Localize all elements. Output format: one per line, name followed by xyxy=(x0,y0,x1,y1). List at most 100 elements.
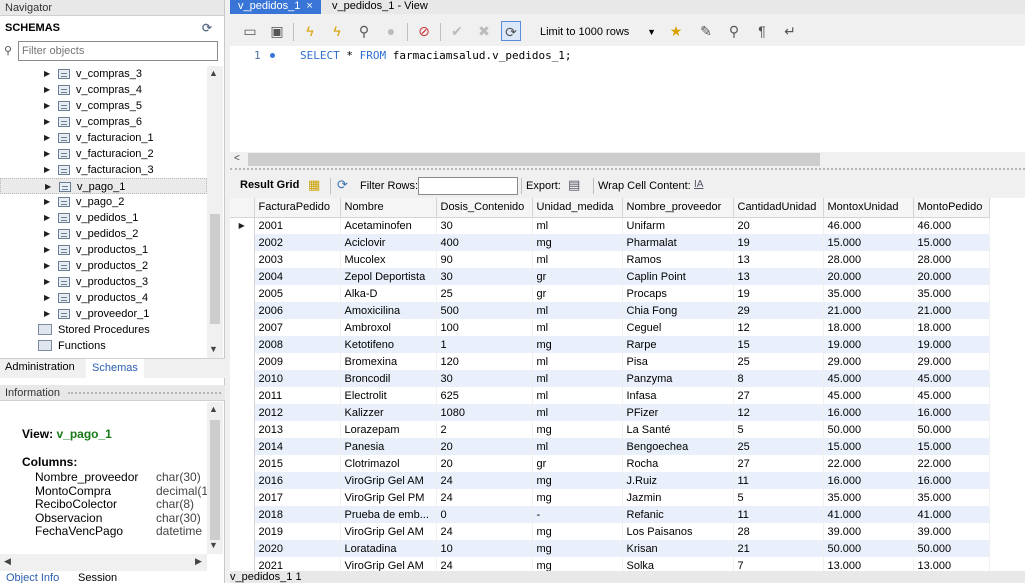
column-header[interactable]: Nombre_proveedor xyxy=(622,198,734,218)
table-cell[interactable]: Los Paisanos xyxy=(622,523,734,540)
table-cell[interactable]: Rocha xyxy=(622,455,734,472)
table-row[interactable]: ▶ 2001 Acetaminofen 30 ml Unifarm 20 46.000 46.0… xyxy=(230,217,990,234)
rollback-icon[interactable]: ✖ xyxy=(474,21,494,41)
expand-arrow-icon[interactable]: ▶ xyxy=(44,146,50,162)
table-cell[interactable]: 35.000 xyxy=(913,489,990,506)
table-cell[interactable]: 27 xyxy=(733,455,824,472)
tree-item[interactable]: ▶ v_productos_1 xyxy=(0,242,207,258)
table-cell[interactable]: Procaps xyxy=(622,285,734,302)
row-header[interactable] xyxy=(230,353,255,370)
table-cell[interactable]: 19.000 xyxy=(913,336,990,353)
table-cell[interactable]: ml xyxy=(532,370,623,387)
table-cell[interactable]: Pharmalat xyxy=(622,234,734,251)
table-cell[interactable]: 28.000 xyxy=(913,251,990,268)
table-cell[interactable]: PFizer xyxy=(622,404,734,421)
table-cell[interactable]: 45.000 xyxy=(823,387,914,404)
table-cell[interactable]: 2006 xyxy=(254,302,341,319)
table-cell[interactable]: 2011 xyxy=(254,387,341,404)
row-header[interactable] xyxy=(230,489,255,506)
table-cell[interactable]: 39.000 xyxy=(913,523,990,540)
table-cell[interactable]: Prueba de emb... xyxy=(340,506,437,523)
table-cell[interactable]: 29 xyxy=(733,302,824,319)
open-folder-icon[interactable]: ▭ xyxy=(240,21,260,41)
table-cell[interactable]: Zepol Deportista xyxy=(340,268,437,285)
column-header[interactable]: MontoxUnidad xyxy=(823,198,914,218)
column-header[interactable]: Nombre xyxy=(340,198,437,218)
tree-item[interactable]: ▶ v_pago_2 xyxy=(0,194,207,210)
table-cell[interactable]: 50.000 xyxy=(913,421,990,438)
expand-arrow-icon[interactable]: ▶ xyxy=(45,179,51,195)
table-cell[interactable]: mg xyxy=(532,234,623,251)
table-row[interactable]: 2019 ViroGrip Gel AM 24 mg Los Paisanos 28 39.… xyxy=(230,523,990,540)
table-cell[interactable]: 15.000 xyxy=(823,438,914,455)
close-icon[interactable]: × xyxy=(306,0,312,12)
table-row[interactable]: 2018 Prueba de emb... 0- Refanic 11 41.000 41.… xyxy=(230,506,990,523)
table-row[interactable]: 2011 Electrolit 625 ml Infasa 27 45.000 45.000 xyxy=(230,387,990,404)
table-cell[interactable]: Panzyma xyxy=(622,370,734,387)
limit-rows-select[interactable]: Limit to 1000 rows ▼ xyxy=(536,24,660,41)
scroll-up-icon[interactable]: ▲ xyxy=(209,68,218,78)
table-cell[interactable]: 2016 xyxy=(254,472,341,489)
row-header[interactable] xyxy=(230,319,255,336)
table-cell[interactable]: Ramos xyxy=(622,251,734,268)
table-row[interactable]: 2010 Broncodil 30 ml Panzyma 8 45.000 45.000 xyxy=(230,370,990,387)
row-header[interactable] xyxy=(230,234,255,251)
table-cell[interactable]: Chia Fong xyxy=(622,302,734,319)
info-scrollbar[interactable]: ▲ ▼ xyxy=(207,402,223,554)
scroll-down-icon[interactable]: ▼ xyxy=(209,540,218,550)
table-row[interactable]: 2007 Ambroxol 100 ml Ceguel 12 18.000 18.000 xyxy=(230,319,990,336)
table-cell[interactable]: 28 xyxy=(733,523,824,540)
table-cell[interactable]: Ambroxol xyxy=(340,319,437,336)
table-cell[interactable]: 50.000 xyxy=(823,540,914,557)
table-cell[interactable]: 2018 xyxy=(254,506,341,523)
grid-view-icon[interactable]: ▦ xyxy=(308,177,320,193)
row-header[interactable] xyxy=(230,268,255,285)
tree-item[interactable]: ▶ v_compras_3 xyxy=(0,66,207,82)
column-header[interactable]: CantidadUnidad xyxy=(733,198,824,218)
expand-arrow-icon[interactable]: ▶ xyxy=(44,226,50,242)
table-cell[interactable]: 21 xyxy=(733,540,824,557)
table-cell[interactable]: 19 xyxy=(733,285,824,302)
table-cell[interactable]: La Santé xyxy=(622,421,734,438)
table-cell[interactable]: Ceguel xyxy=(622,319,734,336)
table-row[interactable]: 2017 ViroGrip Gel PM 24 mg Jazmin 5 35.000 35.0… xyxy=(230,489,990,506)
table-cell[interactable]: 35.000 xyxy=(823,489,914,506)
table-cell[interactable]: - xyxy=(532,506,623,523)
table-row[interactable]: 2009 Bromexina 120 ml Pisa 25 29.000 29.000 xyxy=(230,353,990,370)
table-cell[interactable]: 30 xyxy=(436,268,533,285)
table-cell[interactable]: 22.000 xyxy=(823,455,914,472)
tab-view-v-pedidos-1[interactable]: v_pedidos_1 - View xyxy=(324,0,436,14)
table-cell[interactable]: 46.000 xyxy=(913,217,990,234)
expand-arrow-icon[interactable]: ▶ xyxy=(44,130,50,146)
table-cell[interactable]: 11 xyxy=(733,472,824,489)
row-header[interactable] xyxy=(230,336,255,353)
tree-scrollbar[interactable]: ▲ ▼ xyxy=(207,66,223,358)
expand-arrow-icon[interactable]: ▶ xyxy=(44,210,50,226)
explain-icon[interactable]: ⚲ xyxy=(354,21,374,41)
tree-item[interactable]: ▶ v_productos_4 xyxy=(0,290,207,306)
find-icon[interactable]: ⚲ xyxy=(724,21,744,41)
table-cell[interactable]: 30 xyxy=(436,370,533,387)
table-cell[interactable]: 100 xyxy=(436,319,533,336)
table-row[interactable]: 2005 Alka-D 25 gr Procaps 19 35.000 35.000 xyxy=(230,285,990,302)
expand-arrow-icon[interactable]: ▶ xyxy=(44,66,50,82)
row-header[interactable] xyxy=(230,285,255,302)
expand-arrow-icon[interactable]: ▶ xyxy=(44,306,50,322)
table-cell[interactable]: 5 xyxy=(733,421,824,438)
tab-query-v-pedidos-1[interactable]: v_pedidos_1 × xyxy=(230,0,321,14)
table-cell[interactable]: 15.000 xyxy=(913,234,990,251)
column-header[interactable]: Unidad_medida xyxy=(532,198,623,218)
table-cell[interactable]: 5 xyxy=(733,489,824,506)
expand-arrow-icon[interactable]: ▶ xyxy=(44,242,50,258)
table-row[interactable]: 2015 Clotrimazol 20 gr Rocha 27 22.000 22.000 xyxy=(230,455,990,472)
table-cell[interactable]: 21.000 xyxy=(913,302,990,319)
scroll-left-icon[interactable]: ◀ xyxy=(4,556,11,567)
filter-objects-input[interactable] xyxy=(18,41,218,61)
scroll-left-icon[interactable]: < xyxy=(234,153,240,164)
table-cell[interactable]: 500 xyxy=(436,302,533,319)
table-cell[interactable]: 20 xyxy=(436,455,533,472)
table-cell[interactable]: 12 xyxy=(733,404,824,421)
table-cell[interactable]: 20 xyxy=(436,438,533,455)
beautify-icon[interactable]: ✎ xyxy=(696,21,716,41)
table-cell[interactable]: 18.000 xyxy=(823,319,914,336)
